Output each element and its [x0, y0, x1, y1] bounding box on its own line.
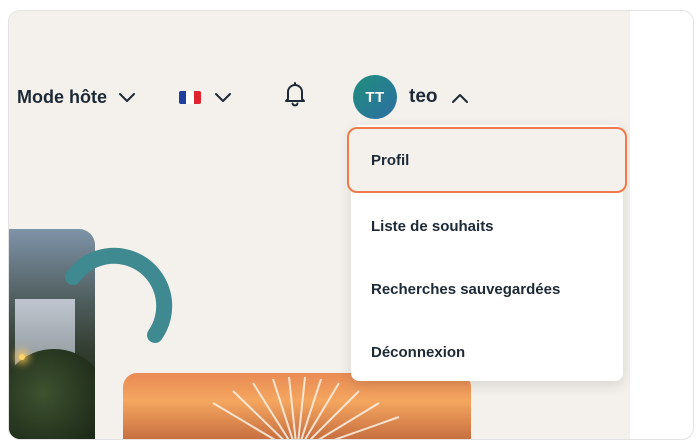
- host-mode-label: Mode hôte: [17, 86, 107, 107]
- browser-frame: Mode hôte TT teo Profil Liste de souhait…: [8, 10, 694, 440]
- user-menu-toggle[interactable]: TT teo: [353, 75, 468, 119]
- chevron-down-icon: [215, 87, 231, 108]
- language-selector[interactable]: [179, 83, 231, 111]
- chevron-up-icon: [451, 87, 468, 108]
- menu-item-saved-searches[interactable]: Recherches sauvegardées: [351, 258, 623, 320]
- avatar: TT: [353, 75, 397, 119]
- decorative-arc: [65, 247, 173, 343]
- menu-item-logout[interactable]: Déconnexion: [351, 321, 623, 383]
- menu-item-wishlist[interactable]: Liste de souhaits: [351, 195, 623, 257]
- user-dropdown-menu: Profil Liste de souhaits Recherches sauv…: [347, 125, 627, 383]
- bell-icon: [283, 81, 307, 112]
- app-page: Mode hôte TT teo Profil Liste de souhait…: [9, 11, 630, 439]
- notifications-button[interactable]: [283, 81, 307, 111]
- fr-flag-icon: [179, 90, 201, 104]
- chevron-down-icon: [119, 87, 135, 108]
- menu-item-profile[interactable]: Profil: [347, 127, 627, 193]
- username: teo: [409, 86, 438, 107]
- host-mode-menu[interactable]: Mode hôte: [17, 83, 135, 111]
